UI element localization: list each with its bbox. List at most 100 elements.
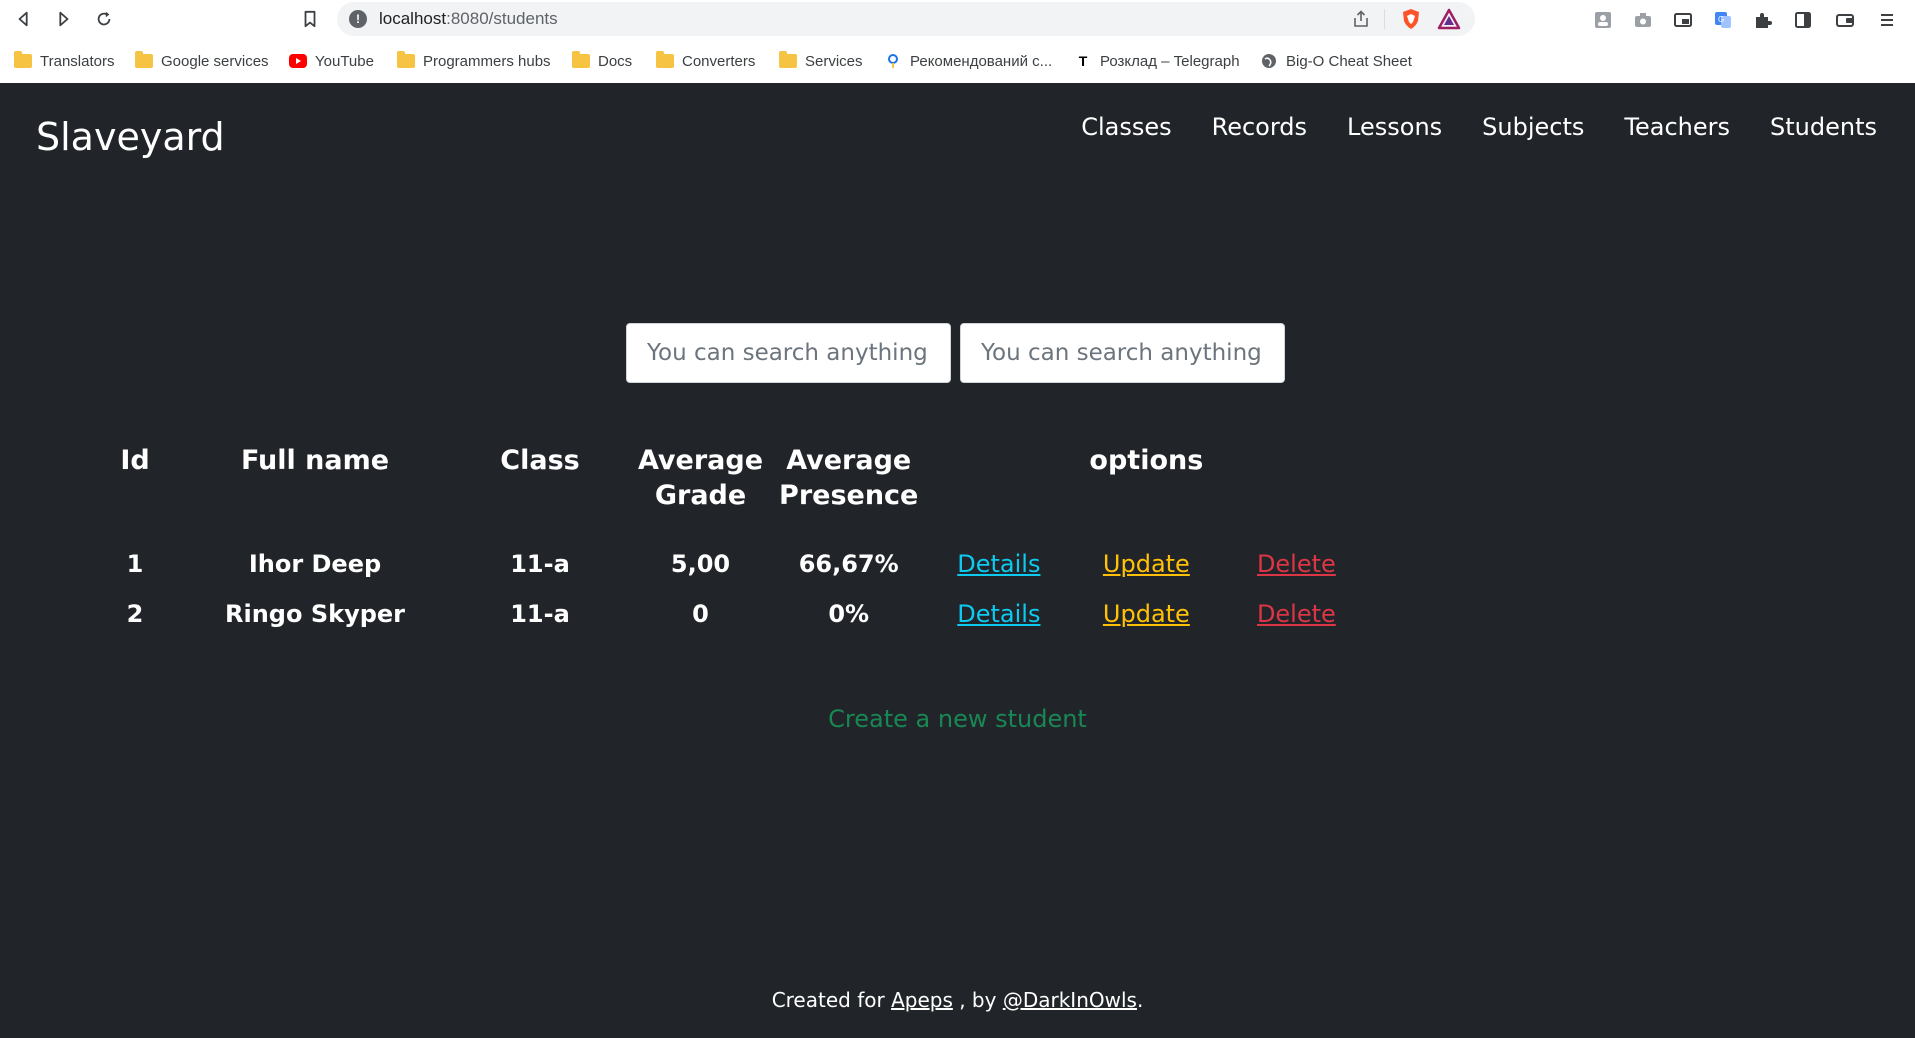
column-header-id: Id xyxy=(120,445,150,476)
bookmark-programmers-hubs[interactable]: Programmers hubs xyxy=(397,48,551,74)
cell-average-grade: 5,00 xyxy=(670,550,731,578)
cell-average-presence: 0% xyxy=(828,600,870,628)
brave-rewards-icon[interactable] xyxy=(1437,8,1461,30)
cell-id: 2 xyxy=(126,600,144,628)
reload-icon[interactable] xyxy=(91,6,117,32)
footer: Created for Apeps , by @DarkInOwls. xyxy=(0,988,1915,1012)
nav-teachers[interactable]: Teachers xyxy=(1624,113,1730,141)
folder-icon xyxy=(656,51,674,69)
google-translate-icon[interactable]: G xyxy=(1711,8,1735,32)
create-student-link[interactable]: Create a new student xyxy=(0,705,1915,733)
bookmarks-bar: Translators Google services YouTube Prog… xyxy=(0,46,1915,76)
bookmark-docs[interactable]: Docs xyxy=(572,48,632,74)
cell-class: 11-a xyxy=(510,600,570,628)
bookmark-page-icon[interactable] xyxy=(298,7,322,31)
update-link[interactable]: Update xyxy=(1103,550,1190,578)
bookmark-big-o[interactable]: Big-O Cheat Sheet xyxy=(1260,48,1412,74)
bookmark-services[interactable]: Services xyxy=(779,48,863,74)
column-header-average-grade: Average Grade xyxy=(630,443,771,539)
nav-students[interactable]: Students xyxy=(1770,113,1877,141)
brave-shield-icon[interactable] xyxy=(1399,7,1423,31)
telegraph-icon: T xyxy=(1078,53,1088,69)
globe-icon xyxy=(1260,53,1278,69)
camera-icon[interactable] xyxy=(1631,8,1655,32)
delete-link[interactable]: Delete xyxy=(1257,550,1336,578)
nav-records[interactable]: Records xyxy=(1212,113,1307,141)
column-header-average-grade-line1: Average xyxy=(638,445,764,476)
cell-delete: Delete xyxy=(1221,589,1371,639)
site-info-icon[interactable]: ! xyxy=(349,10,367,28)
share-icon[interactable] xyxy=(1351,9,1371,29)
column-header-blank xyxy=(1221,443,1371,539)
folder-icon xyxy=(397,51,415,69)
bookmark-label: Розклад – Telegraph xyxy=(1100,52,1240,70)
nav-lessons[interactable]: Lessons xyxy=(1347,113,1442,141)
footer-suffix: . xyxy=(1136,988,1144,1012)
column-header-class: Class xyxy=(500,445,580,476)
cell-average-grade: 0 xyxy=(692,600,709,628)
bookmark-recommended[interactable]: Рекомендований с... xyxy=(884,48,1052,74)
extension-user-icon[interactable] xyxy=(1591,8,1615,32)
brand-logo[interactable]: Slaveyard xyxy=(36,115,225,159)
cell-average-presence: 66,67% xyxy=(798,550,899,578)
bookmark-label: Google services xyxy=(161,52,269,70)
column-header-average-presence-line2: Presence xyxy=(779,480,919,511)
youtube-icon xyxy=(289,53,307,69)
forward-icon[interactable] xyxy=(50,6,76,32)
search-input-1[interactable] xyxy=(626,323,951,383)
cell-full-name: Ihor Deep xyxy=(248,550,382,578)
footer-prefix: Created for xyxy=(771,988,885,1012)
details-link[interactable]: Details xyxy=(957,600,1040,628)
delete-link[interactable]: Delete xyxy=(1257,600,1336,628)
omnibox-separator xyxy=(1384,9,1385,29)
svg-text:G: G xyxy=(1718,15,1724,24)
folder-icon xyxy=(135,51,153,69)
page: Slaveyard Classes Records Lessons Subjec… xyxy=(0,83,1915,1038)
bookmark-label: Docs xyxy=(598,52,633,70)
folder-icon xyxy=(14,51,32,69)
cell-delete: Delete xyxy=(1221,539,1371,589)
bookmark-label: Translators xyxy=(40,52,115,70)
update-link[interactable]: Update xyxy=(1103,600,1190,628)
url-text[interactable]: localhost:8080/students xyxy=(379,9,558,29)
bookmark-youtube[interactable]: YouTube xyxy=(289,48,374,74)
url-path: :8080/students xyxy=(446,9,558,28)
column-header-full-name: Full name xyxy=(240,445,390,476)
students-table-wrap: Id Full name Class Average Grade Average P… xyxy=(90,443,1390,639)
wallet-icon[interactable] xyxy=(1833,8,1857,32)
footer-author-link[interactable]: @DarkInOwls xyxy=(1003,988,1137,1012)
column-header-average-grade-line2: Grade xyxy=(654,480,747,511)
bookmark-label: Рекомендований с... xyxy=(910,52,1053,70)
folder-icon xyxy=(572,51,590,69)
column-header-average-presence-line1: Average xyxy=(786,445,912,476)
bookmark-telegraph[interactable]: T Розклад – Telegraph xyxy=(1074,48,1240,74)
nav-classes[interactable]: Classes xyxy=(1081,113,1171,141)
extensions-puzzle-icon[interactable] xyxy=(1751,8,1775,32)
bookmark-converters[interactable]: Converters xyxy=(656,48,755,74)
footer-apeps-link[interactable]: Apeps xyxy=(891,988,953,1012)
address-bar[interactable]: ! localhost:8080/students xyxy=(337,2,1475,36)
bookmark-google-services[interactable]: Google services xyxy=(135,48,269,74)
picture-in-picture-icon[interactable] xyxy=(1671,8,1695,32)
bookmark-label: Converters xyxy=(682,52,756,70)
bookmark-label: Big-O Cheat Sheet xyxy=(1286,52,1412,70)
table-row: 2 Ringo Skyper 11-a 0 0% Details Update … xyxy=(90,589,1371,639)
cell-update: Update xyxy=(1071,539,1221,589)
sidebar-toggle-icon[interactable] xyxy=(1791,8,1815,32)
bookmark-translators[interactable]: Translators xyxy=(14,48,114,74)
pin-icon xyxy=(884,53,902,69)
top-nav: Classes Records Lessons Subjects Teacher… xyxy=(1081,113,1877,141)
folder-icon xyxy=(779,51,797,69)
column-header-average-presence: Average Presence xyxy=(771,443,926,539)
search-input-2[interactable] xyxy=(960,323,1285,383)
nav-subjects[interactable]: Subjects xyxy=(1482,113,1584,141)
cell-full-name: Ringo Skyper xyxy=(225,600,405,628)
bookmark-label: Programmers hubs xyxy=(423,52,551,70)
table-row: 1 Ihor Deep 11-a 5,00 66,67% Details Upd… xyxy=(90,539,1371,589)
table-header-row: Id Full name Class Average Grade Average P… xyxy=(90,443,1371,539)
details-link[interactable]: Details xyxy=(957,550,1040,578)
column-header-options: options xyxy=(1089,445,1204,476)
menu-icon[interactable] xyxy=(1875,8,1899,32)
back-icon[interactable] xyxy=(11,6,37,32)
cell-class: 11-a xyxy=(510,550,570,578)
